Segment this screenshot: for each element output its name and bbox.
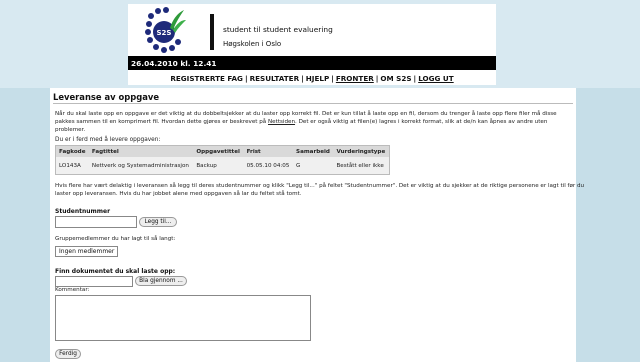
nav-separator: |	[244, 74, 248, 83]
s2s-logo: S2S	[145, 7, 186, 53]
comment-label: Kommentar:	[55, 287, 90, 293]
content-panel: Leveranse av oppgave Når du skal laste o…	[50, 88, 584, 362]
header-divider	[210, 14, 214, 50]
browse-button[interactable]: Bla gjennom ...	[135, 276, 187, 286]
cell-vurderingstype: Bestått eller ikke	[333, 157, 389, 174]
col-vurderingstype: Vurderingstype	[333, 146, 389, 157]
current-date: 26.04.2010 kl. 12.41	[131, 59, 217, 68]
intro-text: Når du skal laste opp en oppgave er det …	[55, 110, 565, 134]
studentnummer-input[interactable]	[55, 216, 137, 228]
table-header-row: Fagkode Fagtittel Oppgavetittel Frist Sa…	[56, 146, 389, 157]
main-nav: REGISTRERTE FAG | RESULTATER | HJELP | FRONTER…	[128, 70, 496, 85]
members-list[interactable]: Ingen medlemmer	[55, 246, 119, 257]
nav-om-s2s[interactable]: OM S2S	[380, 74, 411, 83]
title-divider	[53, 103, 573, 104]
col-oppgavetittel: Oppgavetittel	[193, 146, 244, 157]
cell-oppgavetittel: Backup	[193, 157, 244, 174]
col-samarbeid: Samarbeid	[293, 146, 334, 157]
studentnummer-label: Studentnummer	[55, 208, 111, 215]
nav-separator: |	[375, 74, 379, 83]
nav-registrerte-fag[interactable]: REGISTRERTE FAG	[170, 74, 243, 83]
assignment-table: Fagkode Fagtittel Oppgavetittel Frist Sa…	[56, 146, 389, 174]
school-name: Høgskolen i Oslo	[223, 40, 282, 48]
assignment-table-box: Fagkode Fagtittel Oppgavetittel Frist Sa…	[55, 145, 390, 175]
nav-hjelp[interactable]: HJELP	[306, 74, 329, 83]
svg-text:S2S: S2S	[157, 29, 172, 37]
file-path-input[interactable]	[55, 276, 133, 287]
table-row: LO143A Nettverk og Systemadministrasjon …	[56, 157, 389, 174]
cell-frist: 05.05.10 04:05	[243, 157, 294, 174]
nav-separator: |	[331, 74, 334, 83]
date-bar: 26.04.2010 kl. 12.41	[128, 56, 496, 70]
add-member-button[interactable]: Legg til...	[139, 217, 177, 227]
page-title: Leveranse av oppgave	[53, 92, 160, 102]
col-fagkode: Fagkode	[56, 146, 89, 157]
finish-button[interactable]: Ferdig	[55, 349, 81, 359]
nav-resultater[interactable]: RESULTATER	[250, 74, 300, 83]
comment-textarea[interactable]	[55, 295, 311, 341]
nav-fronter[interactable]: FRONTER	[336, 74, 374, 83]
cell-samarbeid: G	[293, 157, 334, 174]
col-frist: Frist	[243, 146, 294, 157]
cell-fagtittel: Nettverk og Systemadministrasjon	[88, 157, 194, 174]
nav-separator: |	[413, 74, 417, 83]
nav-logg-ut[interactable]: LOGG UT	[418, 74, 453, 83]
site-title: student til student evaluering	[223, 25, 333, 34]
cell-fagkode: LO143A	[56, 157, 89, 174]
assignment-subtitle: Du er i ferd med å levere oppgaven:	[55, 137, 161, 143]
col-fagtittel: Fagtittel	[88, 146, 194, 157]
file-label: Finn dokumentet du skal laste opp:	[55, 268, 176, 275]
group-info-text: Hvis flere har vært delaktig i leveranse…	[55, 183, 585, 197]
nettsiden-link[interactable]: Nettsiden	[268, 119, 295, 125]
site-header: S2S student til student evaluering Høgsk…	[128, 4, 496, 56]
nav-separator: |	[301, 74, 304, 83]
members-label: Gruppemedlemmer du har lagt til så langt…	[55, 236, 176, 242]
